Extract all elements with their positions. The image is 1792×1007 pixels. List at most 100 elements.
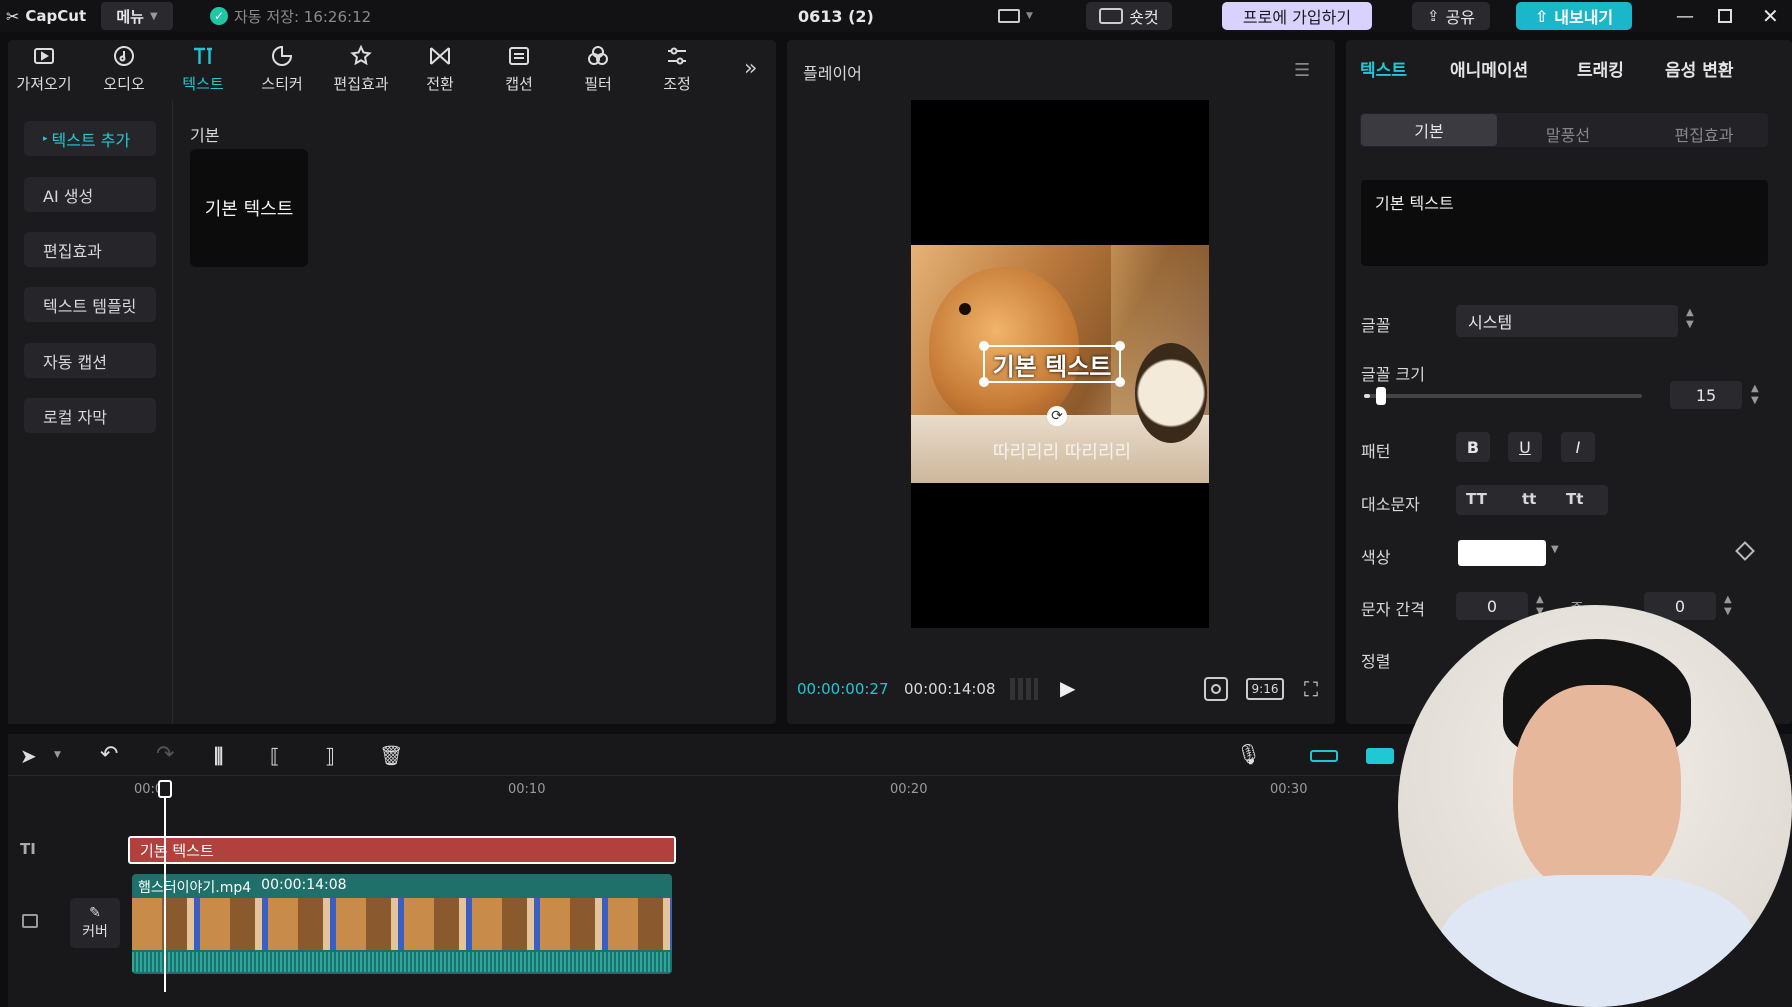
chevron-down-icon[interactable]: ▼ [54,750,61,760]
redo-icon: ↷ [156,742,175,767]
split-left-button[interactable]: ⟦ [270,744,280,768]
toolbar-import[interactable]: 가져오기 [8,44,80,94]
playhead[interactable] [164,782,166,992]
share-button[interactable]: ⇪ 공유 [1412,2,1490,30]
sidebar-item-label: 편집효과 [43,241,102,261]
player-menu-button[interactable]: ☰ [1294,60,1310,81]
ruler-tick-label: 00:20 [890,782,928,797]
record-voice-button[interactable]: 🎙 [1236,742,1261,766]
rotate-icon[interactable]: ⟳ [1047,406,1067,426]
toolbar-adjust[interactable]: 조정 [641,44,713,94]
titlecase-button[interactable]: Tt [1566,490,1583,508]
playhead-handle[interactable] [158,780,172,798]
layout-icon [998,9,1020,23]
toolbar-text[interactable]: 텍스트 [167,44,239,94]
presenter-face-shape [1513,685,1681,895]
project-title: 0613 (2) [798,6,874,26]
pro-signup-button[interactable]: 프로에 가입하기 [1222,2,1372,30]
font-select[interactable]: 시스템 [1456,305,1678,337]
layout-button[interactable]: ▼ [998,0,1033,32]
sidebar-item-add-text[interactable]: ▸ 텍스트 추가 [24,121,156,156]
sidebar-item-effects[interactable]: 편집효과 [24,232,156,267]
sidebar-item-local-subtitle[interactable]: 로컬 자막 [24,398,156,433]
video-thumbnails [132,898,672,950]
menu-button[interactable]: 메뉴 ▼ [101,2,173,30]
text-track-icon: TI [20,840,36,858]
chevron-down-icon[interactable]: ▼ [1551,544,1559,555]
subtab-bubble[interactable]: 말풍선 [1508,122,1628,146]
presenter-shirt-shape [1438,875,1758,1007]
shortcut-button[interactable]: 숏컷 [1086,2,1172,30]
font-size-slider-thumb[interactable] [1375,387,1386,405]
resize-handle[interactable] [1115,341,1125,351]
font-stepper-icon[interactable]: ▲ ▼ [1686,307,1694,331]
fullscreen-button[interactable]: ⛶ [1304,677,1318,701]
capcut-logo-text: CapCut [25,7,87,25]
sidebar-item-label: 텍스트 추가 [51,130,131,150]
export-button[interactable]: ⇧ 내보내기 [1516,2,1632,30]
magnet-toggle[interactable] [1366,748,1394,764]
timeline-ruler[interactable] [132,778,1432,800]
resize-handle[interactable] [979,377,989,387]
toolbar-sticker[interactable]: 스티커 [246,44,318,94]
text-preset-card[interactable]: 기본 텍스트 [190,149,308,267]
letter-spacing-input[interactable]: 0 [1456,592,1528,620]
toolbar-caption[interactable]: 캡션 [483,44,555,94]
screenshot-button[interactable] [1204,677,1228,701]
toolbar-filter[interactable]: 필터 [562,44,634,94]
subtab-effects[interactable]: 편집효과 [1644,122,1764,146]
play-button[interactable]: ▶ [1060,676,1075,700]
bold-button[interactable]: B [1456,432,1490,462]
split-right-button[interactable]: ⟧ [325,744,335,768]
resize-handle[interactable] [979,341,989,351]
subtab-basic[interactable]: 기본 [1361,114,1497,146]
microphone-icon: 🎙 [1236,742,1262,766]
text-clip[interactable]: 기본 텍스트 [128,836,676,864]
font-size-stepper-icon[interactable]: ▲ ▼ [1751,383,1759,407]
tab-animation[interactable]: 애니메이션 [1450,56,1528,81]
font-size-slider[interactable] [1364,387,1642,405]
trash-icon: 🗑 [379,745,404,767]
maximize-button[interactable] [1718,0,1732,32]
color-swatch[interactable] [1458,540,1546,566]
video-clip[interactable]: 햄스터이야기.mp4 00:00:14:08 [132,874,672,974]
sidebar-item-templates[interactable]: 텍스트 템플릿 [24,287,156,322]
grid-icon[interactable] [1010,678,1038,700]
effects-icon [350,44,372,66]
font-size-input[interactable]: 15 [1670,381,1742,409]
video-clip-name: 햄스터이야기.mp4 [138,880,252,896]
ruler-tick-label: 00:30 [1270,782,1308,797]
tab-tracking[interactable]: 트래킹 [1577,56,1624,81]
aspect-ratio-button[interactable]: 9:16 [1246,678,1284,700]
toolbar-audio[interactable]: 오디오 [88,44,160,94]
italic-button[interactable]: I [1561,432,1595,462]
delete-button[interactable]: 🗑 [379,744,403,767]
toolbar-more-button[interactable]: » [744,56,757,81]
text-overlay-selected[interactable]: 기본 텍스트 [979,341,1125,387]
pro-signup-label: 프로에 가입하기 [1242,8,1352,27]
undo-button[interactable]: ↶ [100,742,118,767]
tab-text[interactable]: 텍스트 [1360,56,1407,81]
cover-button[interactable]: ✎ 커버 [70,898,120,948]
text-content-input[interactable]: 기본 텍스트 [1361,180,1768,266]
toolbar-import-label: 가져오기 [16,75,72,93]
link-clips-toggle[interactable] [1310,750,1338,762]
lowercase-button[interactable]: tt [1522,490,1536,508]
tab-voice-change[interactable]: 음성 변환 [1665,56,1733,81]
toolbar-effects[interactable]: 편집효과 [325,44,397,94]
resize-handle[interactable] [1115,377,1125,387]
toolbar-transition[interactable]: 전환 [404,44,476,94]
sidebar-item-auto-caption[interactable]: 자동 캡션 [24,343,156,378]
sidebar-item-ai-generate[interactable]: AI 생성 [24,177,156,212]
uppercase-button[interactable]: TT [1466,490,1487,508]
line-spacing-stepper-icon[interactable]: ▲ ▼ [1724,594,1732,618]
filter-icon [588,46,608,65]
close-button[interactable]: ✕ [1762,0,1779,32]
underline-button[interactable]: U [1508,432,1542,462]
split-button[interactable]: ⫼ [214,744,223,768]
select-tool-button[interactable]: ➤ [20,744,37,768]
share-icon: ⇪ [1426,7,1440,25]
minimize-button[interactable]: — [1676,0,1694,32]
audio-waveform [132,952,672,972]
redo-button[interactable]: ↷ [156,742,174,767]
